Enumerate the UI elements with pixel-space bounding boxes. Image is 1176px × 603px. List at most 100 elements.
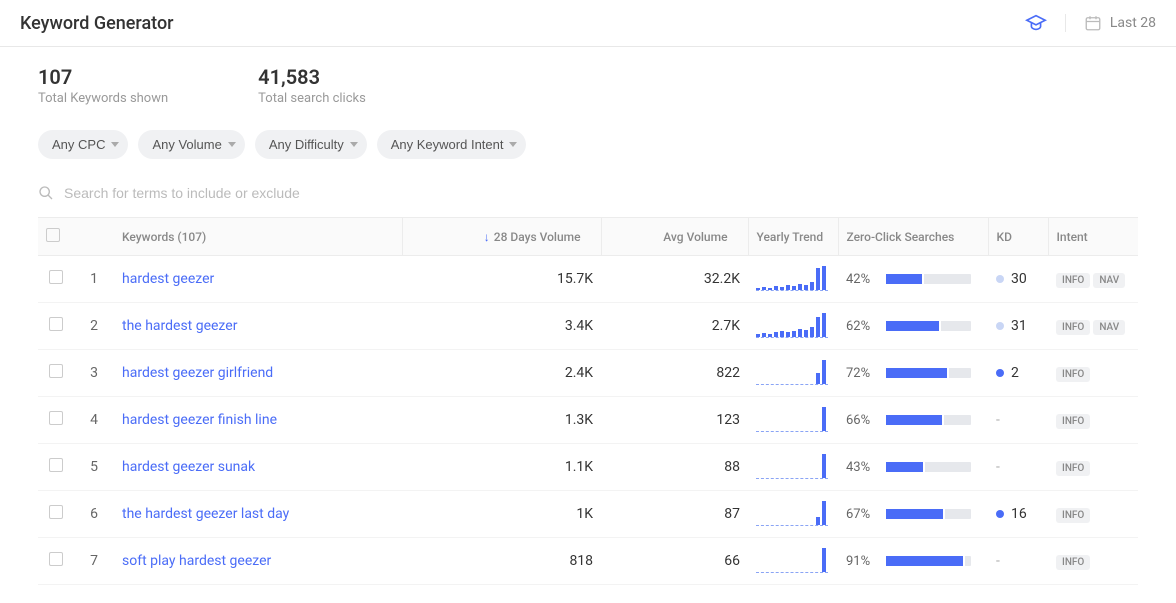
col-yearly-trend[interactable]: Yearly Trend: [748, 218, 838, 256]
intent-badge: NAV: [1093, 320, 1125, 335]
zero-click-pct: 91%: [846, 554, 876, 569]
row-number: 3: [74, 350, 114, 397]
zero-click-pct: 67%: [846, 507, 876, 522]
zero-click-pct: 42%: [846, 272, 876, 287]
row-number: 1: [74, 256, 114, 303]
stat-total-keywords: 107 Total Keywords shown: [38, 65, 168, 106]
trend-chart: [756, 455, 828, 479]
keyword-link[interactable]: soft play hardest geezer: [122, 553, 271, 569]
stat-label: Total search clicks: [258, 91, 366, 106]
row-checkbox[interactable]: [49, 411, 63, 425]
filter-difficulty[interactable]: Any Difficulty: [255, 130, 367, 159]
intent-badge: INFO: [1056, 508, 1090, 523]
row-checkbox[interactable]: [49, 458, 63, 472]
select-all-checkbox[interactable]: [46, 228, 60, 242]
page-title: Keyword Generator: [20, 13, 174, 34]
zero-click-bar: [886, 321, 971, 331]
col-kd[interactable]: KD: [988, 218, 1048, 256]
intent-badge: NAV: [1093, 273, 1125, 288]
kd-value: -: [996, 412, 1000, 428]
zero-click-cell: 66%: [846, 413, 980, 428]
filter-intent[interactable]: Any Keyword Intent: [377, 130, 527, 159]
zero-click-bar: [886, 556, 971, 566]
avg-volume: 88: [601, 444, 748, 491]
col-zero-click[interactable]: Zero-Click Searches: [838, 218, 988, 256]
table-row: 3 hardest geezer girlfriend 2.4K 822 72%…: [38, 350, 1138, 397]
kd-value: 30: [1011, 271, 1027, 287]
keyword-link[interactable]: hardest geezer sunak: [122, 459, 255, 475]
trend-chart: [756, 314, 828, 338]
vol-28-days: 1.1K: [403, 444, 601, 491]
row-checkbox[interactable]: [49, 317, 63, 331]
table-row: 5 hardest geezer sunak 1.1K 88 43% - INF…: [38, 444, 1138, 491]
col-28-days-volume[interactable]: ↓28 Days Volume: [403, 218, 601, 256]
keyword-link[interactable]: the hardest geezer: [122, 318, 237, 334]
col-intent[interactable]: Intent: [1048, 218, 1138, 256]
row-checkbox[interactable]: [49, 552, 63, 566]
vol-28-days: 818: [403, 538, 601, 585]
vol-28-days: 1.3K: [403, 397, 601, 444]
row-checkbox[interactable]: [49, 505, 63, 519]
trend-chart: [756, 408, 828, 432]
keyword-link[interactable]: hardest geezer finish line: [122, 412, 277, 428]
avg-volume: 87: [601, 491, 748, 538]
row-number: 5: [74, 444, 114, 491]
keyword-link[interactable]: hardest geezer: [122, 271, 214, 287]
table-row: 1 hardest geezer 15.7K 32.2K 42% 30 INFO…: [38, 256, 1138, 303]
zero-click-cell: 72%: [846, 366, 980, 381]
filter-volume[interactable]: Any Volume: [138, 130, 244, 159]
intent-badge: INFO: [1056, 273, 1090, 288]
kd-value: -: [996, 459, 1000, 475]
zero-click-pct: 62%: [846, 319, 876, 334]
search-input[interactable]: [64, 185, 464, 201]
vol-28-days: 2.4K: [403, 350, 601, 397]
kd-dot-icon: [996, 322, 1004, 330]
row-number: 2: [74, 303, 114, 350]
kd-value: -: [996, 553, 1000, 569]
filter-cpc[interactable]: Any CPC: [38, 130, 128, 159]
intent-badge: INFO: [1056, 461, 1090, 476]
date-range-button[interactable]: Last 28: [1065, 14, 1156, 32]
stat-label: Total Keywords shown: [38, 91, 168, 106]
keywords-table: Keywords (107) ↓28 Days Volume Avg Volum…: [38, 217, 1138, 585]
col-avg-volume[interactable]: Avg Volume: [601, 218, 748, 256]
zero-click-cell: 43%: [846, 460, 980, 475]
row-checkbox[interactable]: [49, 270, 63, 284]
row-checkbox[interactable]: [49, 364, 63, 378]
zero-click-cell: 67%: [846, 507, 980, 522]
col-keywords[interactable]: Keywords (107): [114, 218, 403, 256]
zero-click-pct: 66%: [846, 413, 876, 428]
stats-row: 107 Total Keywords shown 41,583 Total se…: [38, 65, 1138, 106]
avg-volume: 2.7K: [601, 303, 748, 350]
chevron-down-icon: [350, 142, 358, 147]
zero-click-bar: [886, 274, 971, 284]
keyword-link[interactable]: hardest geezer girlfriend: [122, 365, 273, 381]
vol-28-days: 15.7K: [403, 256, 601, 303]
table-row: 7 soft play hardest geezer 818 66 91% - …: [38, 538, 1138, 585]
keyword-link[interactable]: the hardest geezer last day: [122, 506, 289, 522]
kd-value: 16: [1011, 506, 1027, 522]
trend-chart: [756, 502, 828, 526]
table-row: 2 the hardest geezer 3.4K 2.7K 62% 31 IN…: [38, 303, 1138, 350]
kd-dot-icon: [996, 369, 1004, 377]
stat-value: 107: [38, 65, 168, 89]
zero-click-cell: 91%: [846, 554, 980, 569]
trend-chart: [756, 267, 828, 291]
calendar-icon: [1084, 14, 1102, 32]
table-row: 4 hardest geezer finish line 1.3K 123 66…: [38, 397, 1138, 444]
zero-click-pct: 72%: [846, 366, 876, 381]
kd-value: 31: [1011, 318, 1027, 334]
row-number: 4: [74, 397, 114, 444]
kd-dot-icon: [996, 510, 1004, 518]
chevron-down-icon: [228, 142, 236, 147]
intent-badge: INFO: [1056, 414, 1090, 429]
avg-volume: 32.2K: [601, 256, 748, 303]
education-icon[interactable]: [1025, 12, 1047, 34]
page-header: Keyword Generator Last 28: [0, 0, 1176, 47]
kd-dot-icon: [996, 275, 1004, 283]
vol-28-days: 3.4K: [403, 303, 601, 350]
zero-click-cell: 42%: [846, 272, 980, 287]
sort-down-icon: ↓: [484, 230, 490, 244]
filter-row: Any CPC Any Volume Any Difficulty Any Ke…: [38, 130, 1138, 159]
vol-28-days: 1K: [403, 491, 601, 538]
